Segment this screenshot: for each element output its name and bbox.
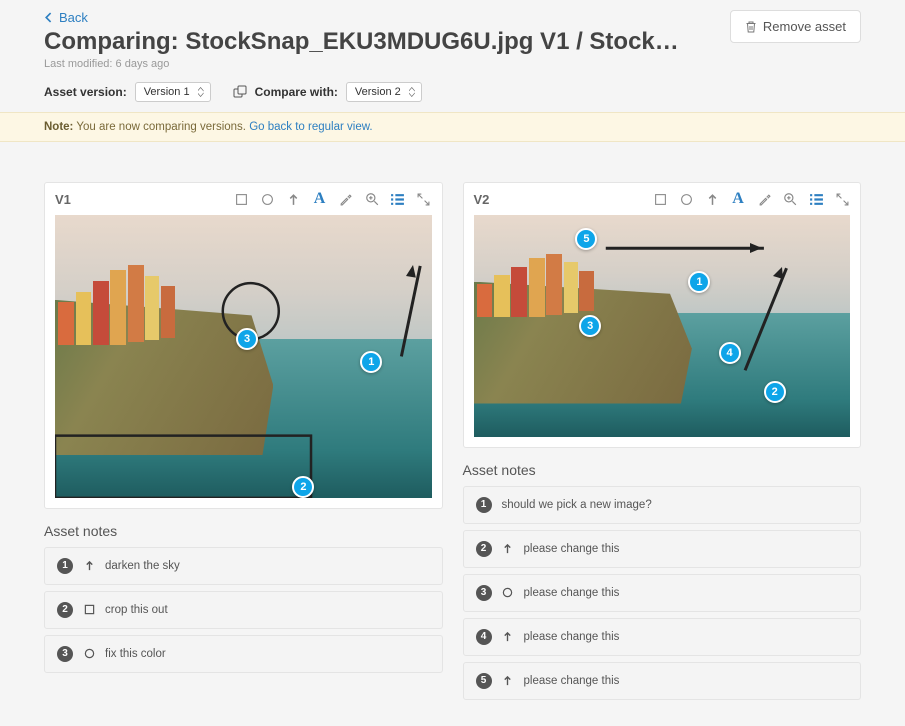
- note-number-badge: 3: [57, 646, 73, 662]
- back-link[interactable]: Back: [44, 10, 88, 25]
- info-banner: Note: You are now comparing versions. Go…: [0, 112, 905, 142]
- eyedropper-tool-icon[interactable]: [756, 191, 772, 207]
- asset-note[interactable]: 1 should we pick a new image?: [463, 486, 862, 524]
- circle-tool-icon[interactable]: [260, 191, 276, 207]
- compare-icon: [233, 85, 247, 99]
- arrow-icon: [502, 543, 514, 555]
- compare-with-select[interactable]: Version 2: [346, 82, 422, 102]
- rect-tool-icon[interactable]: [234, 191, 250, 207]
- version-label-v2: V2: [474, 192, 490, 207]
- annotation-toolbar-v1: A: [234, 191, 432, 207]
- page-title: Comparing: StockSnap_EKU3MDUG6U.jpg V1 /…: [44, 28, 684, 56]
- annotation-toolbar-v2: A: [652, 191, 850, 207]
- note-text: please change this: [524, 675, 620, 687]
- annotation-pin[interactable]: 2: [764, 381, 786, 403]
- arrow-icon: [502, 675, 514, 687]
- arrow-icon: [83, 560, 95, 572]
- asset-note[interactable]: 1 darken the sky: [44, 547, 443, 585]
- zoom-tool-icon[interactable]: [364, 191, 380, 207]
- arrow-icon: [502, 631, 514, 643]
- asset-note[interactable]: 5 please change this: [463, 662, 862, 700]
- page-header: Back Comparing: StockSnap_EKU3MDUG6U.jpg…: [0, 0, 905, 78]
- info-banner-text: You are now comparing versions.: [76, 121, 246, 133]
- note-number-badge: 1: [476, 497, 492, 513]
- asset-preview-v1[interactable]: 1 2 3: [55, 215, 432, 498]
- circle-icon: [83, 648, 95, 660]
- asset-note[interactable]: 2 crop this out: [44, 591, 443, 629]
- remove-asset-label: Remove asset: [763, 19, 846, 34]
- text-tool-icon[interactable]: A: [312, 191, 328, 207]
- note-text: crop this out: [105, 604, 168, 616]
- circle-icon: [502, 587, 514, 599]
- note-number-badge: 2: [476, 541, 492, 557]
- expand-tool-icon[interactable]: [834, 191, 850, 207]
- compare-column-right: V2 A: [463, 182, 862, 706]
- note-text: please change this: [524, 543, 620, 555]
- remove-asset-button[interactable]: Remove asset: [730, 10, 861, 43]
- note-number-badge: 3: [476, 585, 492, 601]
- annotation-pin[interactable]: 3: [236, 328, 258, 350]
- list-tool-icon[interactable]: [808, 191, 824, 207]
- annotation-pin[interactable]: 4: [719, 342, 741, 364]
- asset-note[interactable]: 3 fix this color: [44, 635, 443, 673]
- note-number-badge: 4: [476, 629, 492, 645]
- asset-notes-title-v1: Asset notes: [44, 523, 443, 539]
- info-banner-prefix: Note:: [44, 121, 73, 133]
- note-text: darken the sky: [105, 560, 180, 572]
- square-icon: [83, 604, 95, 616]
- asset-note[interactable]: 2 please change this: [463, 530, 862, 568]
- note-number-badge: 1: [57, 558, 73, 574]
- asset-card-v2: V2 A: [463, 182, 862, 448]
- compare-column-left: V1 A: [44, 182, 443, 679]
- zoom-tool-icon[interactable]: [782, 191, 798, 207]
- annotation-pin[interactable]: 5: [575, 228, 597, 250]
- note-text: fix this color: [105, 648, 166, 660]
- annotation-pin[interactable]: 2: [292, 476, 314, 498]
- expand-tool-icon[interactable]: [416, 191, 432, 207]
- note-text: should we pick a new image?: [502, 499, 652, 511]
- version-label-v1: V1: [55, 192, 71, 207]
- list-tool-icon[interactable]: [390, 191, 406, 207]
- version-controls: Asset version: Version 1 Compare with: V…: [0, 78, 905, 112]
- asset-card-v1: V1 A: [44, 182, 443, 509]
- annotation-pin[interactable]: 3: [579, 315, 601, 337]
- regular-view-link[interactable]: Go back to regular view.: [249, 121, 372, 133]
- asset-version-select[interactable]: Version 1: [135, 82, 211, 102]
- circle-tool-icon[interactable]: [678, 191, 694, 207]
- text-tool-icon[interactable]: A: [730, 191, 746, 207]
- asset-notes-title-v2: Asset notes: [463, 462, 862, 478]
- note-text: please change this: [524, 631, 620, 643]
- compare-with-label: Compare with:: [255, 85, 338, 99]
- arrow-tool-icon[interactable]: [286, 191, 302, 207]
- rect-tool-icon[interactable]: [652, 191, 668, 207]
- arrow-tool-icon[interactable]: [704, 191, 720, 207]
- annotation-pin[interactable]: 1: [360, 351, 382, 373]
- asset-note[interactable]: 4 please change this: [463, 618, 862, 656]
- eyedropper-tool-icon[interactable]: [338, 191, 354, 207]
- arrow-left-icon: [44, 12, 55, 23]
- annotation-overlay-v2: [474, 215, 851, 437]
- last-modified: Last modified: 6 days ago: [44, 58, 861, 70]
- asset-version-label: Asset version:: [44, 85, 127, 99]
- asset-preview-v2[interactable]: 1 2 3 4 5: [474, 215, 851, 437]
- back-label: Back: [59, 10, 88, 25]
- note-number-badge: 5: [476, 673, 492, 689]
- note-text: please change this: [524, 587, 620, 599]
- note-number-badge: 2: [57, 602, 73, 618]
- trash-icon: [745, 20, 757, 33]
- asset-note[interactable]: 3 please change this: [463, 574, 862, 612]
- annotation-pin[interactable]: 1: [688, 271, 710, 293]
